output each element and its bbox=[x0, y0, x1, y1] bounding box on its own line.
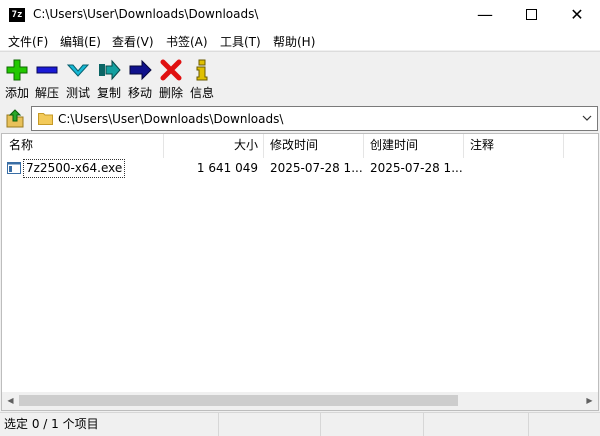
window-title: C:\Users\User\Downloads\Downloads\ bbox=[33, 7, 259, 21]
info-label: 信息 bbox=[189, 86, 214, 100]
menu-edit[interactable]: 编辑(E) bbox=[60, 33, 101, 50]
scroll-thumb[interactable] bbox=[19, 395, 458, 406]
status-selection: 选定 0 / 1 个项目 bbox=[0, 413, 219, 436]
cell-comment bbox=[470, 158, 564, 178]
menu-bookmarks[interactable]: 书签(A) bbox=[166, 33, 208, 50]
maximize-icon bbox=[525, 8, 537, 20]
delete-icon bbox=[160, 59, 182, 81]
extract-icon bbox=[36, 66, 58, 74]
menu-help[interactable]: 帮助(H) bbox=[273, 33, 315, 50]
menu-view[interactable]: 查看(V) bbox=[112, 33, 154, 50]
info-icon bbox=[196, 59, 208, 81]
status-segment-2 bbox=[219, 413, 321, 436]
table-row[interactable]: 7z2500-x64.exe 1 641 049 2025-07-28 1...… bbox=[2, 158, 598, 178]
toolbar: 添加 解压 测试 复制 移动 删除 信息 bbox=[0, 51, 600, 102]
status-segment-4 bbox=[424, 413, 529, 436]
info-button[interactable]: 信息 bbox=[186, 56, 218, 100]
folder-icon bbox=[38, 113, 53, 125]
cell-name: 7z2500-x64.exe bbox=[2, 158, 164, 178]
path-combobox[interactable] bbox=[31, 106, 598, 131]
menu-tools[interactable]: 工具(T) bbox=[220, 33, 261, 50]
column-comment[interactable]: 注释 bbox=[464, 134, 564, 158]
title-bar: 7z C:\Users\User\Downloads\Downloads\ — … bbox=[0, 0, 600, 30]
cell-created: 2025-07-28 1... bbox=[370, 161, 463, 175]
status-segment-3 bbox=[321, 413, 424, 436]
folder-up-icon[interactable] bbox=[4, 107, 26, 129]
column-created[interactable]: 创建时间 bbox=[364, 134, 464, 158]
copy-icon bbox=[99, 59, 121, 81]
test-icon bbox=[66, 64, 90, 77]
path-input[interactable] bbox=[58, 109, 568, 129]
horizontal-scrollbar[interactable]: ◀ ▶ bbox=[2, 392, 598, 410]
cell-modified: 2025-07-28 1... bbox=[270, 161, 363, 175]
menu-file[interactable]: 文件(F) bbox=[8, 33, 48, 50]
column-modified[interactable]: 修改时间 bbox=[264, 134, 364, 158]
scroll-right-icon[interactable]: ▶ bbox=[581, 392, 598, 410]
file-list[interactable]: 名称 大小 修改时间 创建时间 注释 7z2500-x64.exe 1 641 … bbox=[1, 133, 599, 411]
column-header: 名称 大小 修改时间 创建时间 注释 bbox=[2, 134, 598, 158]
app-icon: 7z bbox=[9, 8, 25, 22]
cell-size: 1 641 049 bbox=[196, 161, 258, 175]
minimize-button[interactable]: — bbox=[462, 0, 508, 30]
exe-file-icon bbox=[7, 162, 21, 174]
column-size[interactable]: 大小 bbox=[164, 134, 264, 158]
status-bar: 选定 0 / 1 个项目 bbox=[0, 412, 600, 436]
add-icon bbox=[6, 59, 28, 81]
column-name[interactable]: 名称 bbox=[2, 134, 164, 158]
menu-bar: 文件(F) 编辑(E) 查看(V) 书签(A) 工具(T) 帮助(H) bbox=[0, 30, 600, 50]
maximize-button[interactable] bbox=[508, 0, 554, 30]
file-name: 7z2500-x64.exe bbox=[23, 159, 126, 178]
move-icon bbox=[129, 59, 152, 81]
close-button[interactable]: ✕ bbox=[554, 0, 600, 30]
address-bar bbox=[0, 104, 600, 132]
chevron-down-icon[interactable] bbox=[581, 112, 593, 124]
scroll-left-icon[interactable]: ◀ bbox=[2, 392, 19, 410]
